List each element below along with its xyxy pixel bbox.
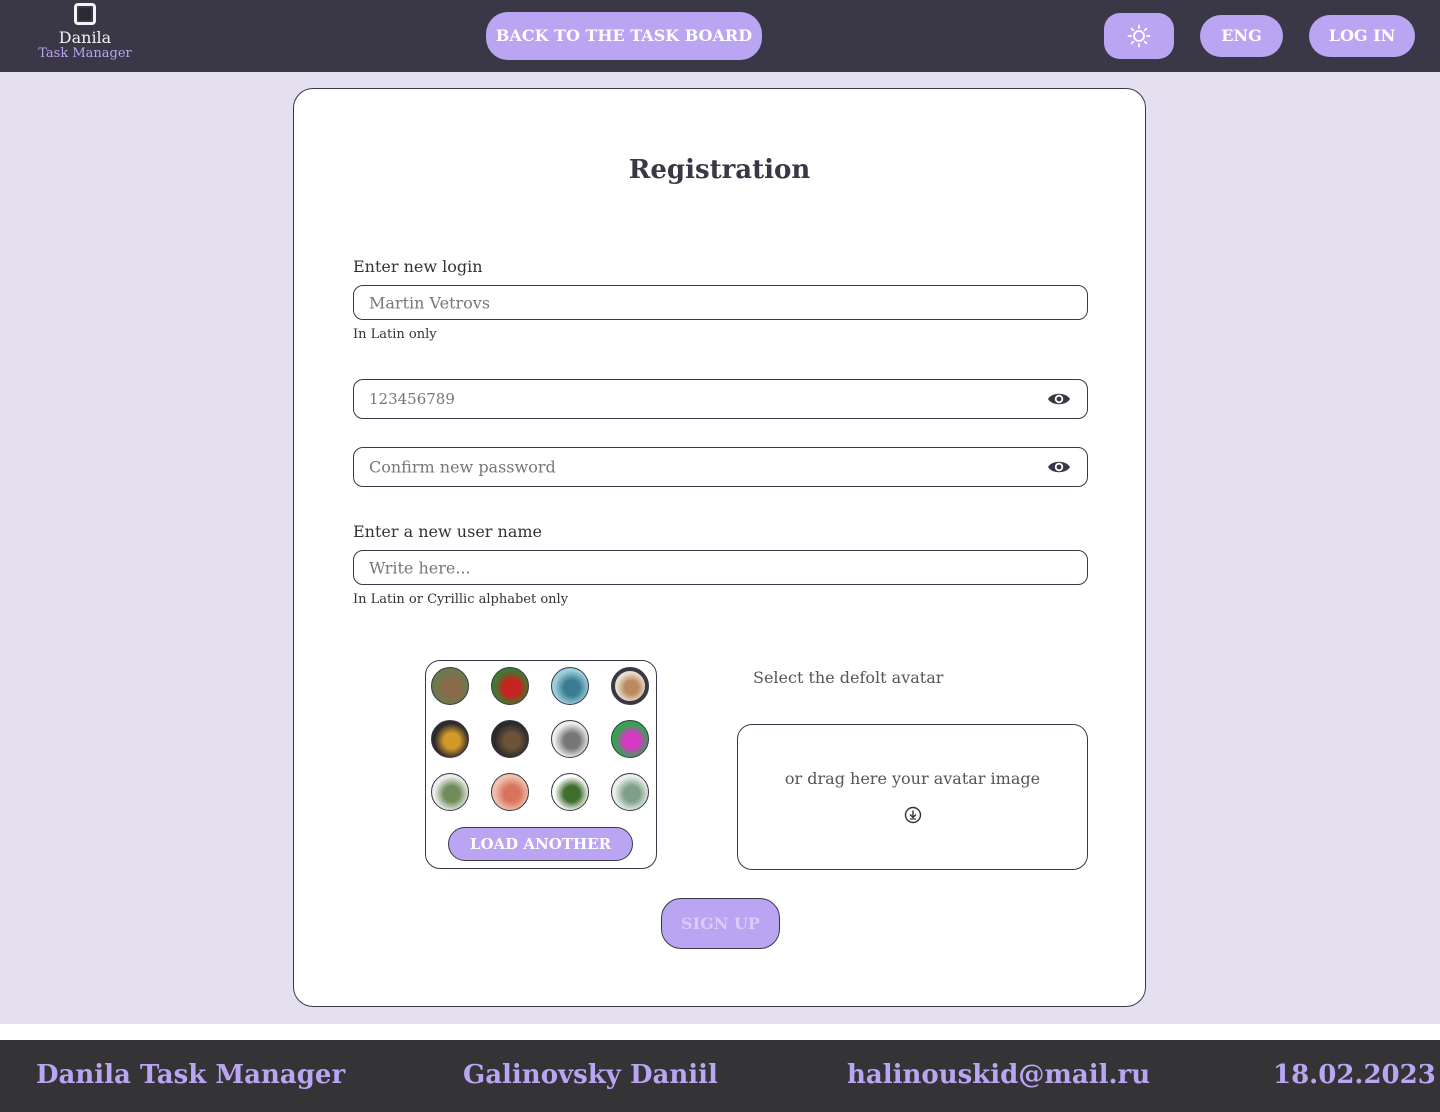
footer-author: Galinovsky Daniil (463, 1060, 718, 1090)
login-input[interactable]: Martin Vetrovs (353, 285, 1088, 320)
login-label: Enter new login (353, 257, 483, 276)
username-hint: In Latin or Cyrillic alphabet only (353, 592, 569, 607)
password-input[interactable]: 123456789 (353, 379, 1088, 419)
logo-subtitle: Task Manager (38, 46, 132, 61)
sign-up-button[interactable]: SIGN UP (661, 898, 780, 949)
login-input-value: Martin Vetrovs (369, 293, 491, 312)
show-confirm-password-eye-icon[interactable] (1047, 459, 1071, 475)
show-password-eye-icon[interactable] (1047, 391, 1071, 407)
page-title: Registration (628, 155, 811, 185)
password-input-value: 123456789 (369, 390, 455, 408)
logo-icon (74, 3, 96, 25)
avatar-option-sketch[interactable] (551, 720, 589, 758)
footer-date: 18.02.2023 (1273, 1060, 1436, 1090)
registration-card: Registration Enter new login Martin Vetr… (293, 88, 1146, 1007)
sun-icon (1127, 24, 1151, 48)
load-another-button[interactable]: LOAD ANOTHER (448, 827, 633, 861)
back-to-task-board-button[interactable]: BACK TO THE TASK BOARD (486, 12, 762, 60)
username-placeholder: Write here... (369, 558, 471, 577)
avatar-option-herb[interactable] (611, 773, 649, 811)
avatar-drop-zone[interactable]: or drag here your avatar image (737, 724, 1088, 870)
login-hint: In Latin only (353, 327, 437, 342)
username-label: Enter a new user name (353, 522, 542, 541)
avatar-option-lion[interactable] (611, 667, 649, 705)
download-icon (904, 806, 922, 824)
avatar-option-flower[interactable] (491, 773, 529, 811)
username-input[interactable]: Write here... (353, 550, 1088, 585)
footer: Danila Task Manager Galinovsky Daniil ha… (0, 1040, 1440, 1112)
footer-separator (0, 1024, 1440, 1040)
logo-title: Danila (58, 28, 112, 47)
avatar-option-monkey[interactable] (491, 720, 529, 758)
language-button[interactable]: ENG (1200, 15, 1283, 57)
avatar-option-leaves[interactable] (551, 773, 589, 811)
default-avatar-grid: LOAD ANOTHER (425, 660, 657, 869)
drop-zone-text: or drag here your avatar image (784, 769, 1041, 788)
theme-toggle-button[interactable] (1104, 13, 1174, 59)
avatar-option-stained-glass[interactable] (611, 720, 649, 758)
select-default-avatar-label: Select the defolt avatar (753, 668, 944, 687)
avatar-option-parrot[interactable] (491, 667, 529, 705)
avatar-option-dancer[interactable] (431, 720, 469, 758)
confirm-password-placeholder: Confirm new password (369, 457, 556, 477)
avatar-option-whale[interactable] (551, 667, 589, 705)
avatar-option-rabbit[interactable] (431, 667, 469, 705)
avatar-option-botanical[interactable] (431, 773, 469, 811)
footer-email[interactable]: halinouskid@mail.ru (847, 1060, 1150, 1090)
confirm-password-input[interactable]: Confirm new password (353, 447, 1088, 487)
logo[interactable]: Danila Task Manager (30, 3, 140, 61)
top-header: Danila Task Manager BACK TO THE TASK BOA… (0, 0, 1440, 72)
login-button[interactable]: LOG IN (1309, 15, 1415, 57)
footer-app-name: Danila Task Manager (36, 1060, 346, 1090)
